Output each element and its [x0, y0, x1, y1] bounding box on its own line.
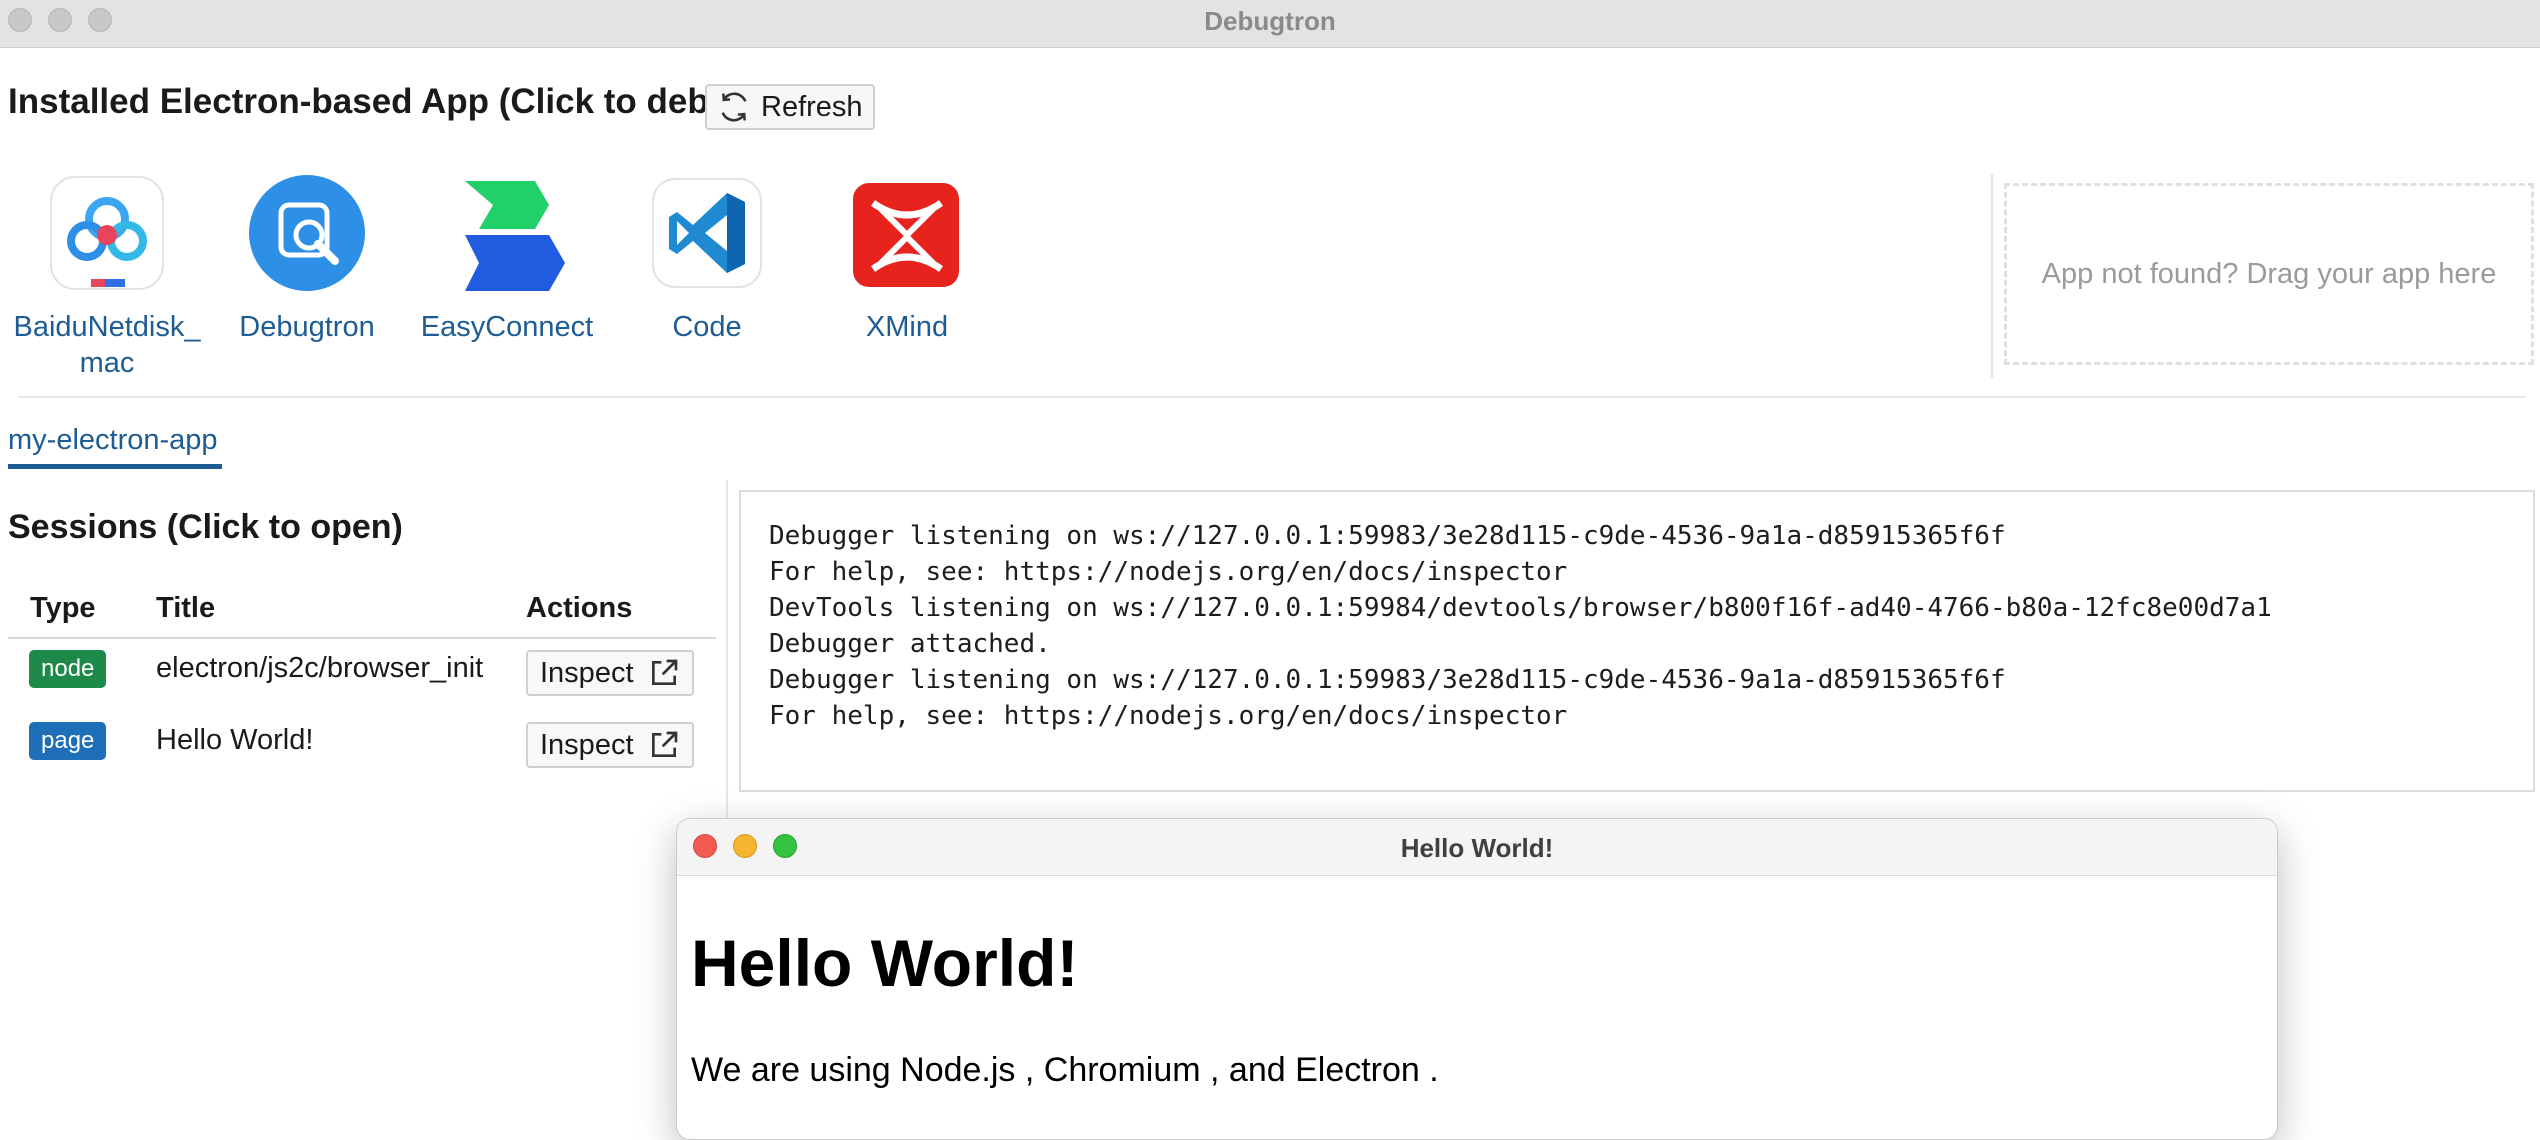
xmind-icon — [853, 183, 959, 287]
easyconnect-icon — [465, 181, 565, 291]
inspect-button[interactable]: Inspect — [526, 722, 694, 768]
session-type-badge: page — [29, 722, 107, 760]
log-output[interactable]: Debugger listening on ws://127.0.0.1:599… — [739, 490, 2535, 792]
baidu-netdisk-icon — [50, 176, 164, 290]
dropzone-text: App not found? Drag your app here — [2041, 257, 2497, 290]
column-header-title: Title — [156, 592, 216, 624]
inspect-label: Inspect — [540, 728, 634, 761]
app-item-easyconnect[interactable]: EasyConnect — [412, 175, 602, 345]
window-title: Debugtron — [1204, 6, 1336, 36]
session-type-badge: node — [29, 650, 107, 688]
hello-window-titlebar: Hello World! — [677, 819, 2277, 876]
inspect-label: Inspect — [540, 656, 634, 689]
refresh-label: Refresh — [761, 90, 863, 123]
app-item-baidunetdisk[interactable]: BaiduNetdisk_mac — [12, 175, 202, 381]
app-label-xmind: XMind — [865, 311, 949, 343]
app-item-debugtron[interactable]: Debugtron — [212, 175, 402, 345]
app-label-debugtron: Debugtron — [239, 311, 375, 343]
divider-vertical — [1991, 174, 1993, 378]
column-header-actions: Actions — [526, 592, 633, 624]
refresh-icon — [721, 92, 747, 122]
log-line: For help, see: https://nodejs.org/en/doc… — [769, 557, 1568, 587]
app-label-code: Code — [672, 311, 742, 343]
external-link-icon — [651, 731, 677, 757]
hello-text: We are using Node.js , Chromium , and El… — [691, 1051, 1439, 1089]
log-line: Debugger listening on ws://127.0.0.1:599… — [769, 665, 2006, 695]
session-title[interactable]: Hello World! — [156, 724, 313, 757]
window-titlebar: Debugtron — [0, 0, 2540, 48]
log-line: Debugger attached. — [769, 629, 1051, 659]
log-line: DevTools listening on ws://127.0.0.1:599… — [769, 593, 2272, 623]
column-header-type: Type — [30, 592, 96, 624]
sessions-title: Sessions (Click to open) — [8, 508, 403, 546]
hello-heading: Hello World! — [691, 926, 1079, 1000]
divider-horizontal — [18, 396, 2526, 398]
log-line: Debugger listening on ws://127.0.0.1:599… — [769, 521, 2006, 551]
refresh-button[interactable]: Refresh — [705, 84, 875, 130]
app-item-xmind[interactable]: XMind — [812, 175, 1002, 345]
app-label-easyconnect: EasyConnect — [420, 311, 594, 343]
tab-active-indicator — [8, 464, 222, 469]
inspect-button[interactable]: Inspect — [526, 650, 694, 696]
session-title[interactable]: electron/js2c/browser_init — [156, 652, 483, 685]
vscode-icon — [652, 178, 762, 288]
table-header-divider — [8, 637, 716, 639]
app-dropzone[interactable]: App not found? Drag your app here — [2004, 183, 2534, 365]
external-link-icon — [651, 659, 677, 685]
installed-apps-title: Installed Electron-based App (Click to d… — [8, 82, 764, 121]
app-item-code[interactable]: Code — [612, 175, 802, 345]
log-line: For help, see: https://nodejs.org/en/doc… — [769, 701, 1568, 731]
hello-window-title: Hello World! — [1400, 833, 1554, 863]
tab-my-electron-app[interactable]: my-electron-app — [8, 424, 218, 457]
hello-world-window[interactable]: Hello World! Hello World! We are using N… — [676, 818, 2278, 1140]
debugtron-icon — [249, 175, 365, 291]
app-label-baidunetdisk: BaiduNetdisk_mac — [13, 311, 201, 379]
